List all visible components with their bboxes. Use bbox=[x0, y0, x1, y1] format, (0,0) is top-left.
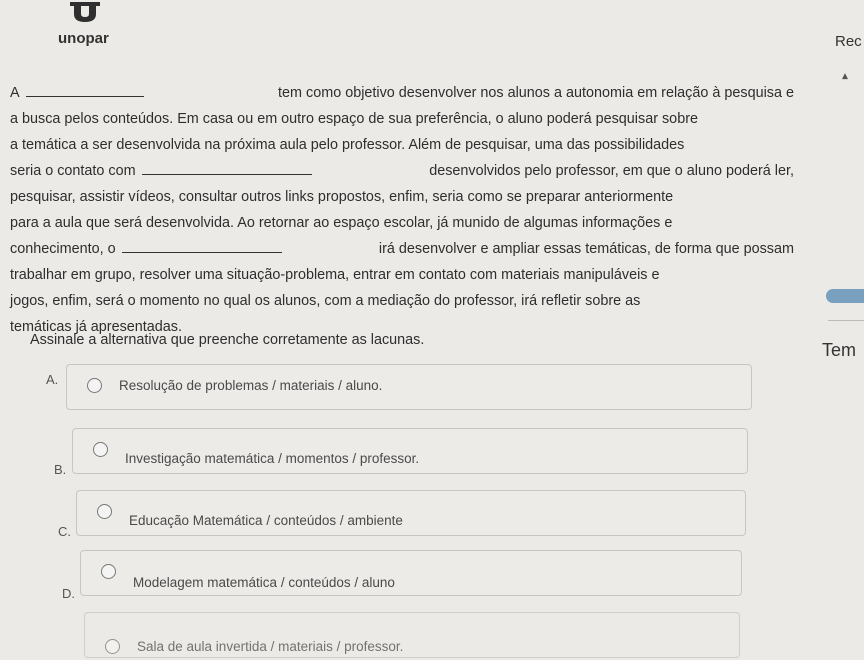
option-e[interactable]: Sala de aula invertida / materiais / pro… bbox=[84, 612, 740, 658]
side-divider bbox=[828, 320, 864, 321]
blank-field-2 bbox=[141, 159, 312, 175]
question-line: pesquisar, assistir vídeos, consultar ou… bbox=[10, 189, 674, 205]
rec-label[interactable]: Rec bbox=[835, 33, 862, 50]
radio-circle-icon[interactable] bbox=[105, 639, 120, 654]
option-text: Modelagem matemática / conteúdos / aluno bbox=[133, 575, 395, 590]
question-line: conhecimento, o irá desenvolver e amplia… bbox=[10, 236, 794, 262]
blank-field-3 bbox=[121, 237, 282, 253]
question-line: a busca pelos conteúdos. Em casa ou em o… bbox=[10, 111, 698, 127]
radio-circle-icon[interactable] bbox=[97, 504, 112, 519]
timer-label: Tem bbox=[822, 340, 857, 360]
option-letter-d: D. bbox=[62, 586, 75, 601]
question-text: A tem como objetivo desenvolver nos alun… bbox=[10, 80, 794, 340]
question-line: A tem como objetivo desenvolver nos alun… bbox=[10, 80, 794, 106]
radio-circle-icon[interactable] bbox=[93, 442, 108, 457]
option-text: Investigação matemática / momentos / pro… bbox=[125, 451, 420, 466]
question-line: a temática a ser desenvolvida na próxima… bbox=[10, 137, 685, 153]
unopar-logo-icon bbox=[70, 2, 100, 22]
option-a[interactable]: Resolução de problemas / materiais / alu… bbox=[66, 364, 752, 410]
option-letter-b: B. bbox=[54, 462, 67, 477]
question-line: jogos, enfim, será o momento no qual os … bbox=[10, 293, 641, 309]
question-line: para a aula que será desenvolvida. Ao re… bbox=[10, 215, 673, 231]
instruction-text: Assinale a alternativa que preenche corr… bbox=[30, 332, 425, 348]
option-d[interactable]: Modelagem matemática / conteúdos / aluno bbox=[80, 550, 742, 596]
chevron-icon[interactable]: ▾ bbox=[842, 70, 848, 84]
option-b[interactable]: Investigação matemática / momentos / pro… bbox=[72, 428, 748, 474]
radio-circle-icon[interactable] bbox=[101, 564, 116, 579]
option-letter-a: A. bbox=[46, 372, 59, 387]
option-text: Resolução de problemas / materiais / alu… bbox=[119, 378, 383, 393]
brand-name: unopar bbox=[58, 30, 109, 47]
question-line: seria o contato com desenvolvidos pelo p… bbox=[10, 158, 794, 184]
option-c[interactable]: Educação Matemática / conteúdos / ambien… bbox=[76, 490, 746, 536]
option-text: Sala de aula invertida / materiais / pro… bbox=[137, 639, 404, 654]
blank-field-1 bbox=[25, 81, 144, 97]
side-progress-pill bbox=[826, 289, 864, 303]
option-text: Educação Matemática / conteúdos / ambien… bbox=[129, 513, 403, 528]
radio-circle-icon[interactable] bbox=[87, 378, 102, 393]
question-line: trabalhar em grupo, resolver uma situaçã… bbox=[10, 267, 660, 283]
option-letter-c: C. bbox=[58, 524, 71, 539]
